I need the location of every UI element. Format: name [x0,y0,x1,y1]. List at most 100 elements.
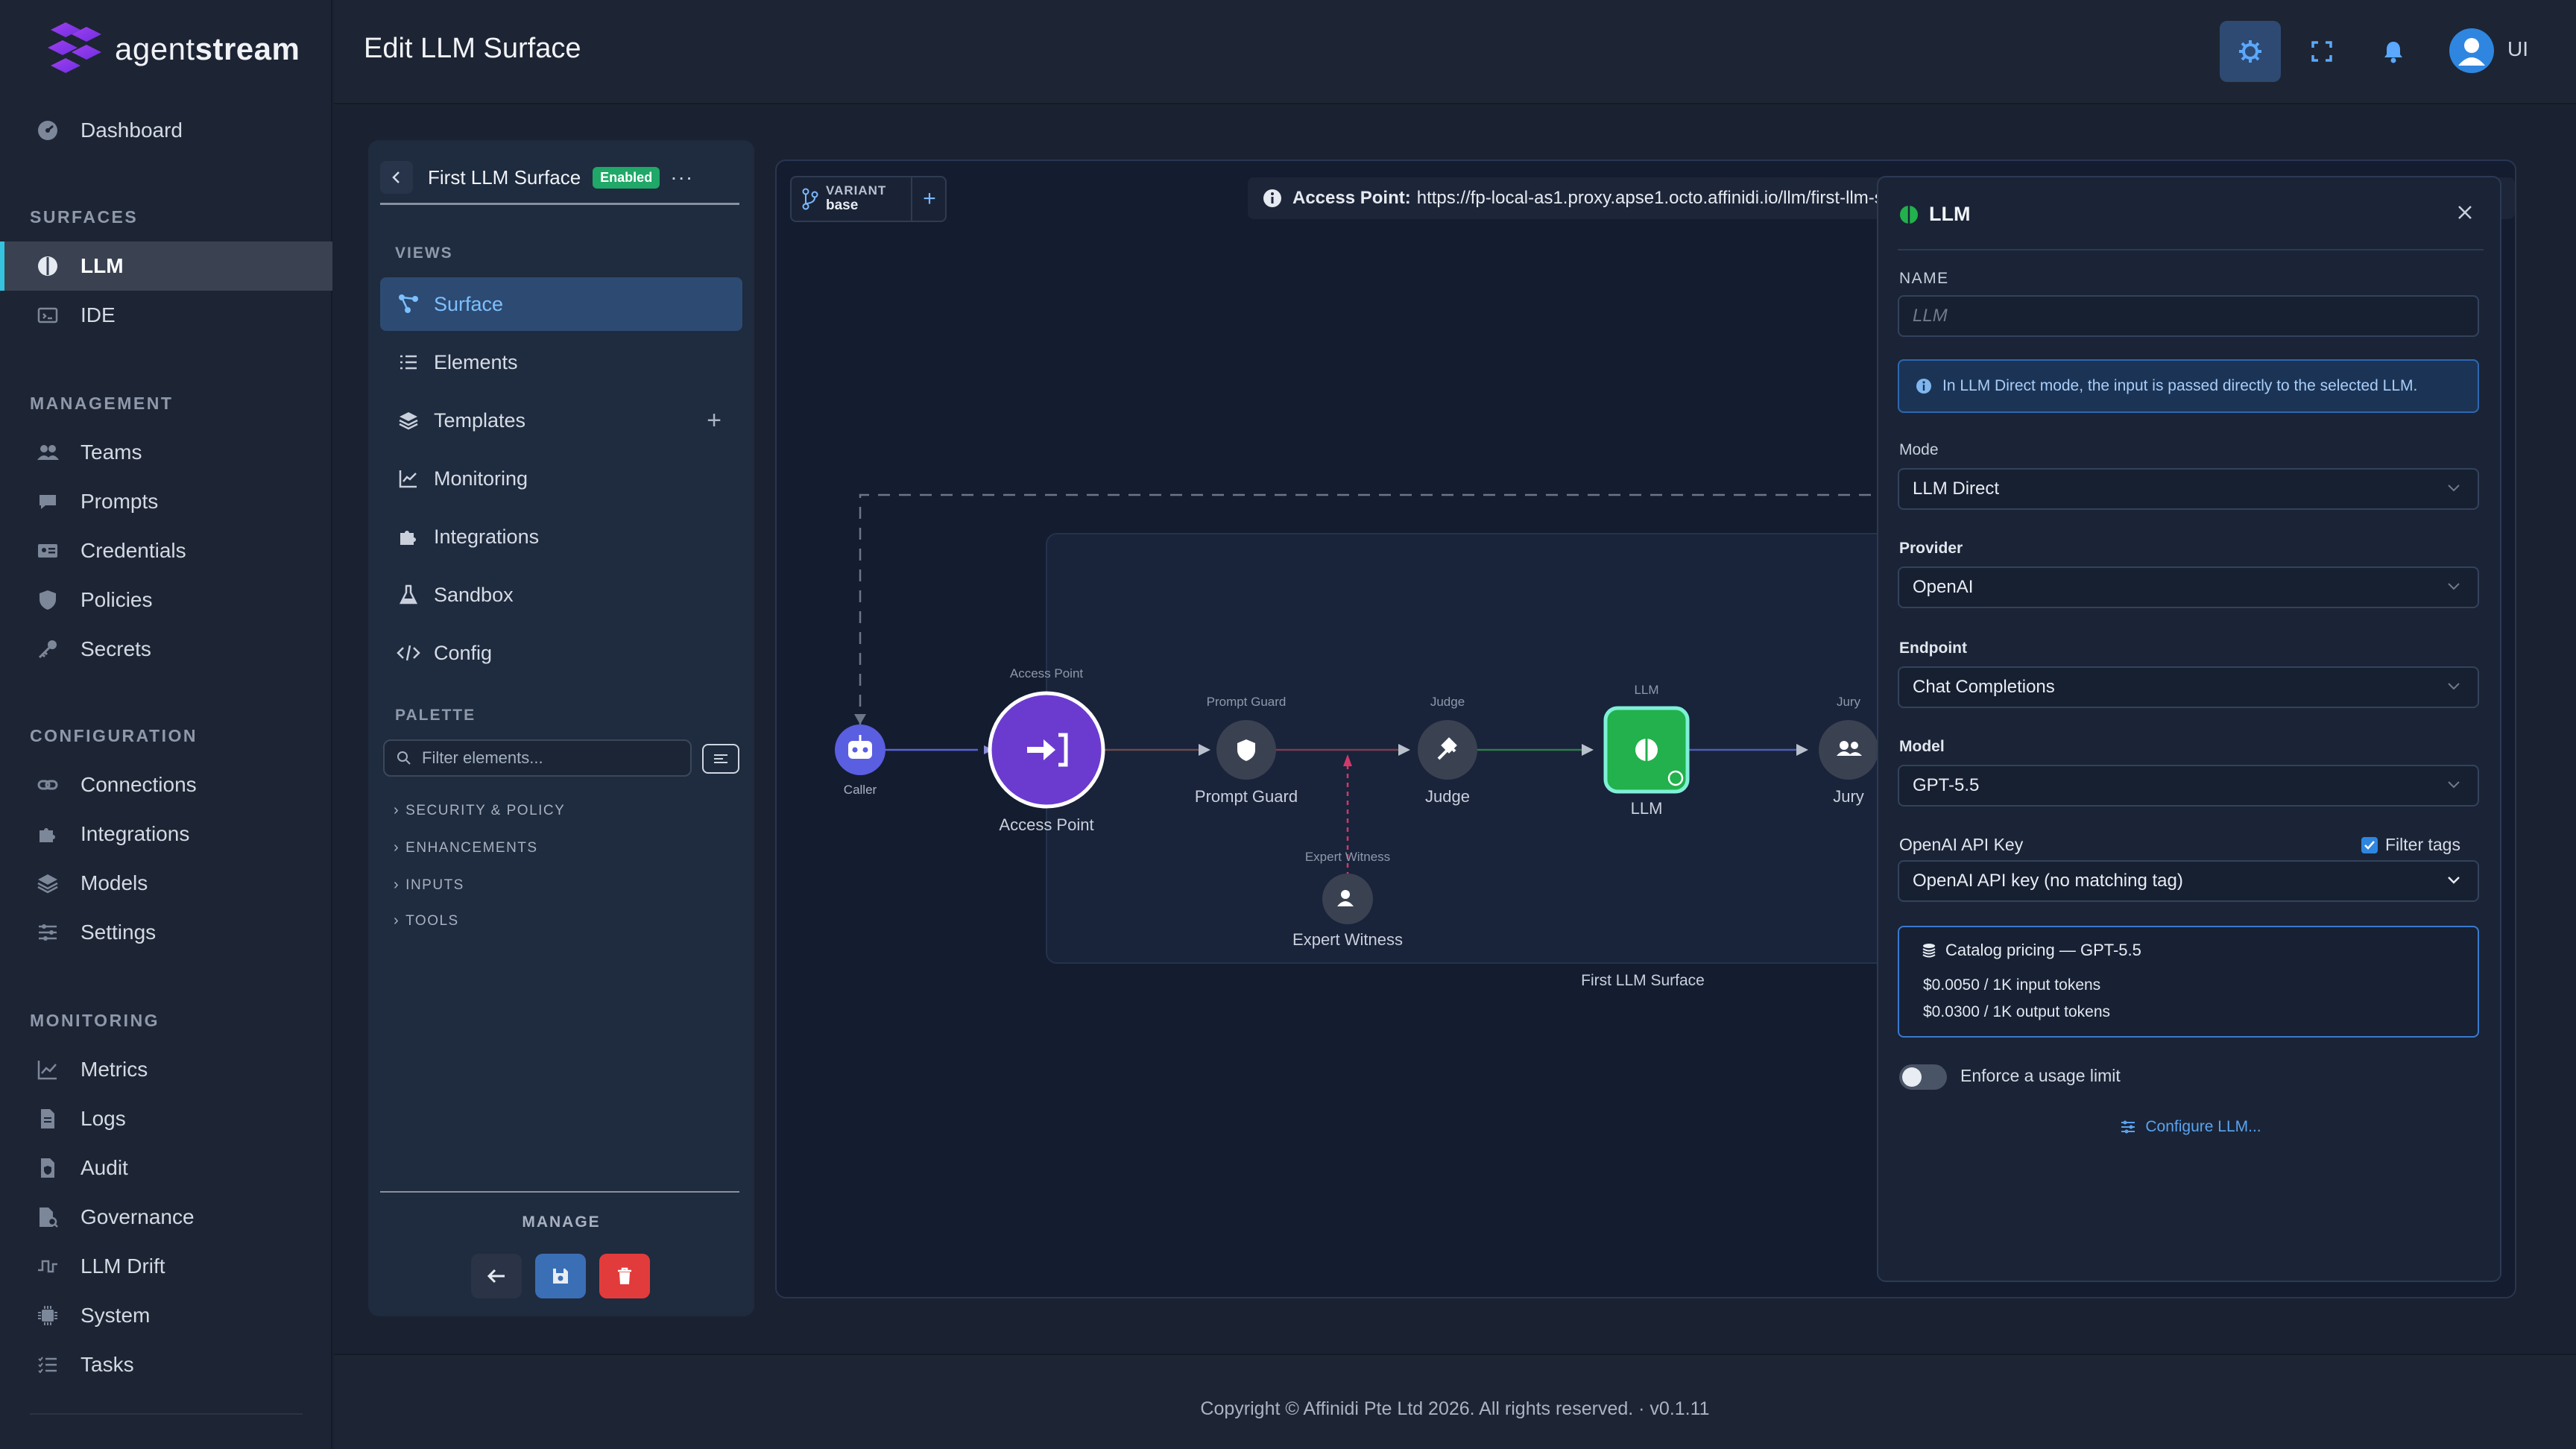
notifications-button[interactable] [2363,21,2424,82]
app-logo[interactable]: agentstream [45,19,300,79]
brain-icon [34,253,61,280]
nav-models-label: Models [80,871,148,894]
mode-info-text: In LLM Direct mode, the input is passed … [1942,377,2418,394]
nav-llm-drift[interactable]: LLM Drift [0,1242,332,1291]
pricing-title-text: Catalog pricing — GPT-5.5 [1945,941,2141,959]
nav-connections[interactable]: Connections [0,760,332,809]
view-integrations-label: Integrations [434,525,540,548]
nav-models[interactable]: Models [0,859,332,908]
api-key-select[interactable]: OpenAI API key (no matching tag) [1898,860,2479,902]
nav-credentials[interactable]: Credentials [0,526,332,575]
palette-group-security-label: SECURITY & POLICY [405,802,566,818]
filter-tags-label: Filter tags [2385,835,2460,854]
status-badge: Enabled [593,166,660,189]
puzzle-icon [34,821,61,847]
nav-teams[interactable]: Teams [0,428,332,477]
dashed-arrow-head [854,714,866,724]
nav-audit-label: Audit [80,1156,128,1179]
model-select[interactable]: GPT-5.5 [1898,765,2479,806]
filter-placeholder: Filter elements... [422,748,543,767]
view-elements[interactable]: Elements [380,335,742,389]
access-point-label: Access Point [999,815,1094,834]
surface-group-label: First LLM Surface [1581,972,1705,989]
palette-group-enhancements-label: ENHANCEMENTS [405,839,538,856]
views-heading: VIEWS [395,244,453,262]
nav-prompts[interactable]: Prompts [0,477,332,526]
view-sandbox[interactable]: Sandbox [380,568,742,622]
nav-metrics[interactable]: Metrics [0,1045,332,1094]
bell-icon [2382,40,2405,63]
nav-governance[interactable]: Governance [0,1193,332,1242]
theme-settings-button[interactable] [2220,21,2281,82]
close-panel-button[interactable] [2457,204,2473,221]
view-monitoring-label: Monitoring [434,467,528,490]
nav-credentials-label: Credentials [80,539,186,562]
mode-select[interactable]: LLM Direct [1898,468,2479,510]
chevron-down-icon [2446,483,2461,493]
back-arrow-button[interactable] [471,1254,522,1298]
task-list-icon [34,1351,61,1378]
nav-policies[interactable]: Policies [0,575,332,625]
page-title: Edit LLM Surface [364,33,581,64]
prompt-guard-tag: Prompt Guard [1206,695,1287,709]
search-icon [397,751,411,765]
fullscreen-button[interactable] [2291,21,2352,82]
more-options-button[interactable]: ··· [670,165,693,189]
prompt-guard-label: Prompt Guard [1194,787,1298,806]
provider-label: Provider [1899,540,1963,557]
back-button[interactable] [380,161,413,194]
header-divider [380,203,739,205]
nav-secrets[interactable]: Secrets [0,625,332,674]
view-monitoring[interactable]: Monitoring [380,452,742,505]
delete-button[interactable] [599,1254,650,1298]
nav-llm[interactable]: LLM [0,242,332,291]
view-integrations[interactable]: Integrations [380,510,742,564]
view-surface[interactable]: Surface [380,277,742,331]
palette-group-inputs[interactable]: › INPUTS [394,877,464,894]
provider-select[interactable]: OpenAI [1898,566,2479,608]
nav-audit[interactable]: Audit [0,1143,332,1193]
nav-llm-label: LLM [80,254,124,277]
view-templates[interactable]: Templates + [380,394,742,447]
nav-tasks[interactable]: Tasks [0,1340,332,1389]
nav-ide-label: IDE [80,303,116,326]
line-chart-icon [34,1056,61,1083]
layers-icon [397,408,420,432]
chevron-right-icon: › [394,912,400,929]
palette-group-tools[interactable]: › TOOLS [394,912,459,929]
view-config[interactable]: Config [380,626,742,680]
network-icon [397,292,420,316]
name-input[interactable]: LLM [1898,295,2479,337]
list-icon [397,350,420,374]
palette-group-tools-label: TOOLS [405,912,459,929]
nav-integrations[interactable]: Integrations [0,809,332,859]
palette-view-toggle-button[interactable] [702,744,739,774]
nav-settings[interactable]: Settings [0,908,332,957]
nav-dashboard-label: Dashboard [80,119,183,142]
api-key-select-value: OpenAI API key (no matching tag) [1913,871,2183,891]
palette-group-enhancements[interactable]: › ENHANCEMENTS [394,839,538,856]
nav-ide[interactable]: IDE [0,291,332,340]
layers-icon [34,870,61,897]
nav-settings-label: Settings [80,921,157,944]
link-icon [34,771,61,798]
user-initials[interactable]: UI [2507,37,2528,61]
save-button[interactable] [535,1254,586,1298]
info-icon [1916,378,1932,394]
filter-elements-input[interactable]: Filter elements... [383,739,692,777]
pricing-input: $0.0050 / 1K input tokens [1923,976,2101,994]
expand-icon [2311,40,2333,63]
filter-tags-checkbox[interactable]: Filter tags [2361,835,2460,855]
nav-logs[interactable]: Logs [0,1094,332,1143]
palette-group-security[interactable]: › SECURITY & POLICY [394,802,565,819]
nav-dashboard[interactable]: Dashboard [0,106,332,155]
endpoint-select[interactable]: Chat Completions [1898,666,2479,708]
section-surfaces: SURFACES [30,207,139,227]
nav-system[interactable]: System [0,1291,332,1340]
configure-llm-link[interactable]: Configure LLM... [1878,1118,2503,1136]
usage-limit-toggle[interactable] [1899,1064,1947,1090]
add-template-button[interactable]: + [707,406,722,435]
user-avatar[interactable] [2449,28,2494,73]
model-label: Model [1899,738,1945,755]
surface-side-panel: First LLM Surface Enabled ··· VIEWS Surf… [368,140,754,1316]
